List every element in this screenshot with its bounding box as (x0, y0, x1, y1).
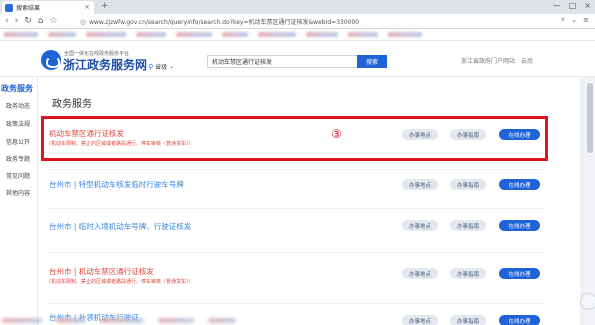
minimize-icon[interactable]: — (553, 1, 561, 10)
search-input[interactable] (207, 55, 357, 68)
new-tab-icon[interactable]: + (101, 1, 109, 11)
guide-button[interactable]: 办事指南 (450, 179, 486, 190)
guide-button[interactable]: 办事指南 (450, 220, 486, 231)
address-bar: ‹ › ↻ ⌂ ☆ ◎ www.zjzwfw.gov.cn/search/que… (0, 14, 595, 29)
chevron-down-icon: ⌄ (169, 63, 175, 70)
tab-close-icon[interactable]: × (84, 3, 90, 11)
bookmark-item[interactable] (176, 32, 212, 37)
scroll-thumb[interactable] (587, 83, 593, 153)
bookmark-item[interactable] (86, 32, 126, 37)
home-icon[interactable]: ⌂ (38, 16, 44, 26)
location-button[interactable]: 办事地点 (402, 268, 438, 279)
user-link[interactable]: 云尚 (521, 56, 533, 65)
bookmark-item[interactable] (48, 32, 76, 37)
divider (46, 303, 546, 304)
location-selector[interactable]: ⚲ 省级 ⌄ (148, 62, 175, 72)
bookmarks-bar (0, 29, 595, 41)
taskbar-item[interactable] (56, 318, 86, 323)
forward-icon[interactable]: › (15, 16, 19, 26)
browser-tab-strip: 搜索结果 × + — □ × (0, 0, 595, 14)
taskbar-item[interactable] (100, 318, 144, 323)
browser-tab[interactable]: 搜索结果 × (2, 1, 94, 14)
result-title[interactable]: 台州市 | 临时入境机动车号牌、行驶证核发 (49, 221, 191, 232)
url-text: www.zjzwfw.gov.cn/search/queryinfo/searc… (89, 19, 360, 26)
sidebar-item-disclosure[interactable]: 信息公开 (6, 137, 30, 146)
bookmark-item[interactable] (222, 32, 248, 37)
header-links: 浙江省政府门户网站 云尚 (461, 56, 533, 65)
sidebar: 政务服务 政务动态 政策法规 信息公开 政务专题 常见问题 其他内容 (0, 77, 38, 325)
tab-title: 搜索结果 (16, 5, 41, 12)
guide-button[interactable]: 办事指南 (450, 268, 486, 279)
bookmark-item[interactable] (136, 32, 166, 37)
maximize-icon[interactable]: □ (569, 1, 577, 10)
sidebar-item-policy[interactable]: 政策法规 (6, 119, 30, 128)
taskbar-item[interactable] (158, 318, 194, 323)
step-annotation: ③ (331, 127, 342, 141)
result-title[interactable]: 台州市 | 特型机动车核发临时行驶车号牌 (49, 179, 184, 190)
url-field[interactable]: ◎ www.zjzwfw.gov.cn/search/queryinfo/sea… (80, 16, 535, 27)
divider (46, 208, 546, 209)
result-subtitle: (机动车限制、禁止的区域或者路段通行、停车审核（普通货车）） (49, 279, 194, 285)
bookmark-item[interactable] (388, 32, 422, 37)
taskbar-item[interactable] (208, 318, 236, 323)
bookmark-item[interactable] (258, 32, 296, 37)
page-scrollbar[interactable] (585, 77, 595, 325)
site-logo-icon[interactable] (41, 50, 61, 70)
divider (46, 252, 546, 253)
taskbar (0, 316, 595, 325)
window-controls: — □ × (553, 1, 591, 10)
taskbar-item[interactable] (2, 318, 42, 323)
online-apply-button[interactable]: 在线办理 (499, 268, 540, 279)
lightning-icon[interactable]: ⚡ (560, 16, 565, 24)
bookmark-item[interactable] (4, 32, 38, 37)
location-pin-icon: ⚲ (148, 62, 154, 71)
location-label: 省级 (155, 64, 168, 71)
reload-icon[interactable]: ↻ (24, 16, 32, 26)
sidebar-item-faq[interactable]: 常见问题 (6, 171, 30, 180)
sidebar-heading[interactable]: 政务服务 (1, 83, 33, 94)
address-bar-tools: ⚡ ⌄ ≡ (560, 16, 589, 24)
floating-helper-icon[interactable] (580, 293, 595, 310)
location-button[interactable]: 办事地点 (402, 179, 438, 190)
sidebar-item-topics[interactable]: 政务专题 (6, 154, 30, 163)
results-panel: 政务服务 机动车禁区通行证核发 (机动车限制、禁止的区域或者路段通行、停车审核（… (38, 77, 580, 325)
globe-icon: ◎ (80, 17, 87, 26)
back-icon[interactable]: ‹ (5, 16, 9, 26)
online-apply-button[interactable]: 在线办理 (499, 220, 540, 231)
bookmark-item[interactable] (348, 32, 378, 37)
site-favicon-icon (5, 3, 13, 12)
close-window-icon[interactable]: × (584, 1, 591, 10)
sidebar-item-other[interactable]: 其他内容 (6, 188, 30, 197)
search-button[interactable]: 搜索 (357, 55, 387, 68)
result-title[interactable]: 台州市 | 机动车禁区通行证核发 (49, 266, 154, 277)
dropdown-icon[interactable]: ⌄ (571, 16, 577, 24)
gov-portal-link[interactable]: 浙江省政府门户网站 (461, 56, 515, 65)
menu-icon[interactable]: ≡ (583, 16, 589, 24)
highlight-box (41, 116, 548, 161)
bookmark-star-icon[interactable]: ☆ (49, 16, 57, 26)
sidebar-item-news[interactable]: 政务动态 (6, 101, 30, 110)
online-apply-button[interactable]: 在线办理 (499, 179, 540, 190)
page-title: 政务服务 (52, 99, 92, 110)
site-header: 全国一体化在线政务服务平台 浙江政务服务网 ⚲ 省级 ⌄ 搜索 浙江省政府门户网… (0, 41, 595, 77)
nav-buttons: ‹ › ↻ ⌂ ☆ (0, 16, 58, 26)
divider (46, 169, 546, 170)
site-title[interactable]: 浙江政务服务网 (63, 56, 147, 73)
bookmark-item[interactable] (306, 32, 338, 37)
location-button[interactable]: 办事地点 (402, 220, 438, 231)
